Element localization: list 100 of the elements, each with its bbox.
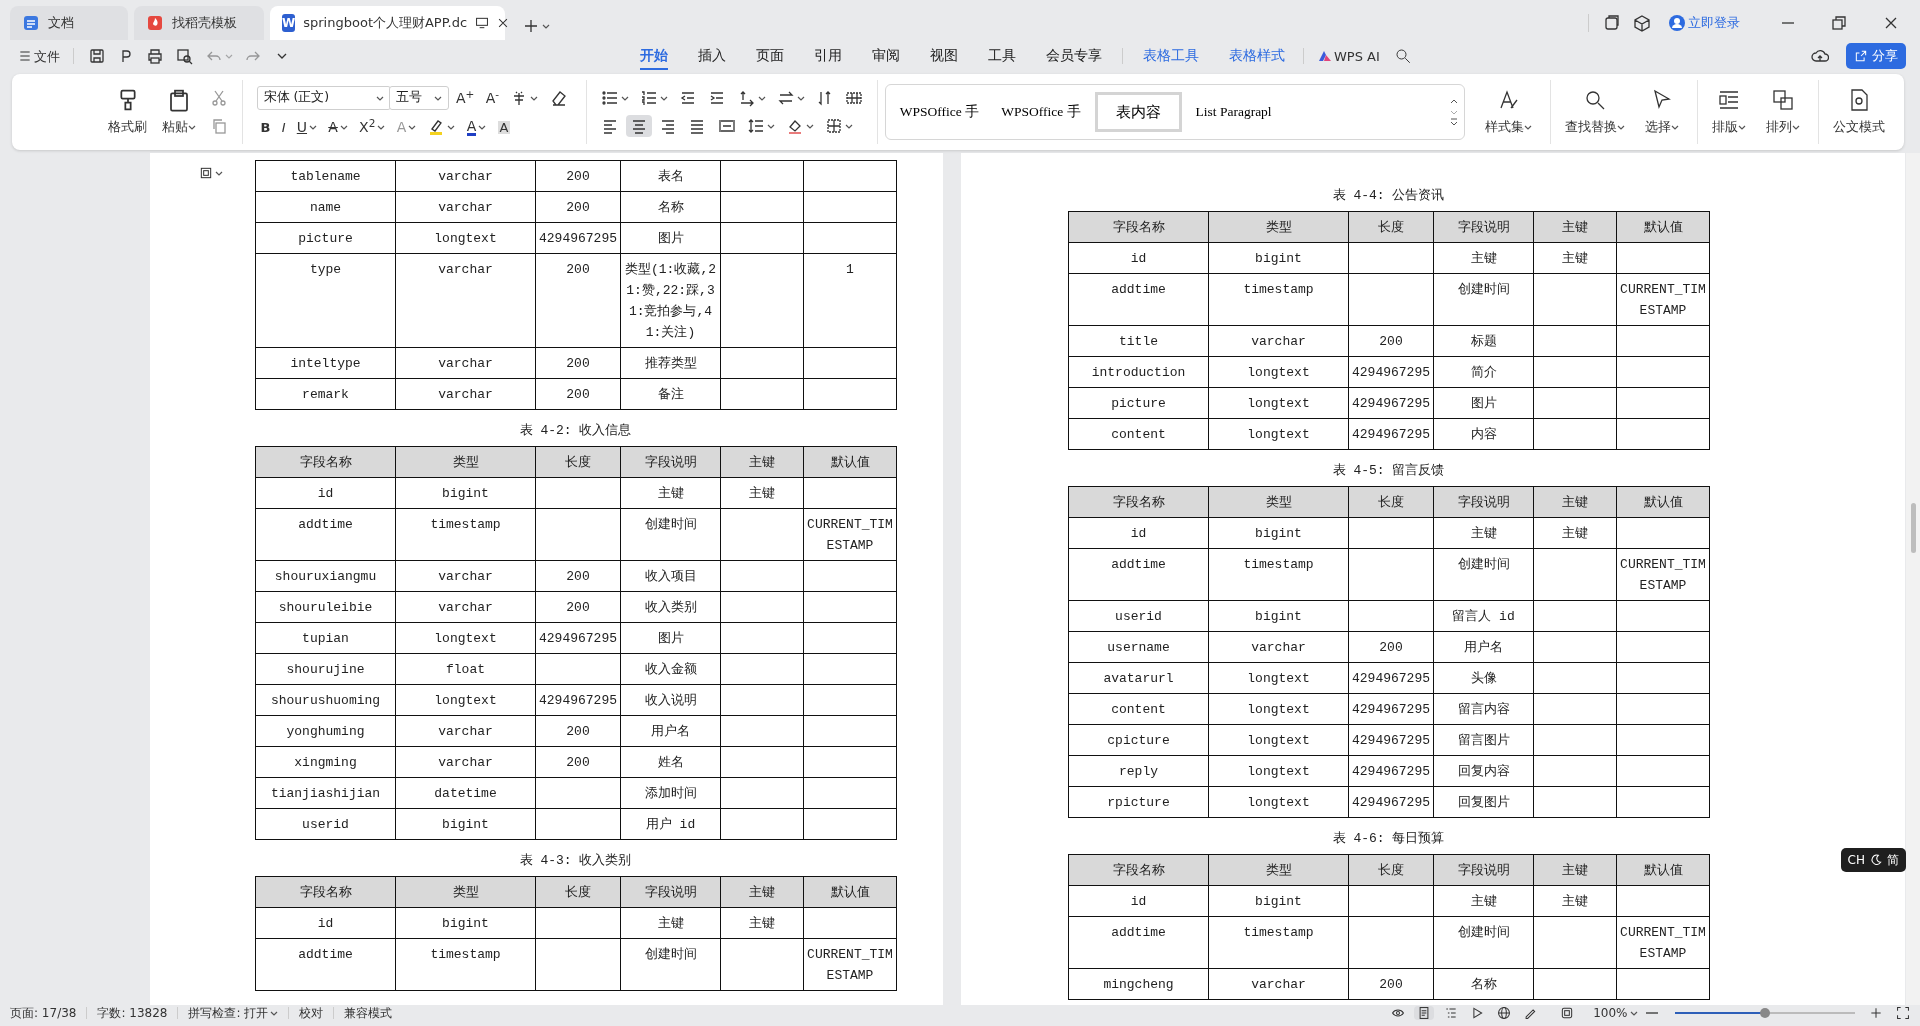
table-cell: 200 xyxy=(566,169,590,185)
ribbon-tab[interactable]: 开始 xyxy=(640,41,668,71)
proofread-link[interactable]: 校对 xyxy=(299,1004,324,1023)
font-color-button[interactable]: A xyxy=(462,116,491,138)
table-cell: bigint xyxy=(1255,894,1302,910)
table-cell: 200 xyxy=(566,356,590,372)
zoom-in-button[interactable] xyxy=(1869,1006,1883,1021)
ime-indicator[interactable]: CH 简 xyxy=(1840,848,1906,873)
table-cell: timestamp xyxy=(1243,925,1314,941)
table-cell: remark xyxy=(302,387,349,403)
table-cell: 回复图片 xyxy=(1457,795,1510,811)
table-cell: longtext xyxy=(1247,427,1310,443)
menu-icon xyxy=(18,49,32,63)
document-tab[interactable]: 文档 xyxy=(10,6,128,40)
style-set-button[interactable]: 样式集 xyxy=(1479,85,1539,139)
font-size-dropdown[interactable]: 五号 xyxy=(388,85,449,110)
word-count[interactable]: 字数: 13828 xyxy=(97,1004,168,1023)
wps-ai-button[interactable]: WPS AI xyxy=(1314,47,1384,65)
table-cell: 200 xyxy=(566,262,590,278)
fullscreen-button[interactable] xyxy=(1896,1006,1910,1021)
share-button[interactable]: 分享 xyxy=(1846,43,1906,69)
column-header: 主键 xyxy=(749,455,775,471)
scroll-up-icon[interactable] xyxy=(1449,98,1458,106)
arrange-icon xyxy=(1771,87,1796,112)
select-button[interactable]: 选择 xyxy=(1639,85,1686,139)
ribbon-tab[interactable]: 页面 xyxy=(756,41,784,71)
login-button[interactable]: 立即登录 xyxy=(1663,11,1744,34)
ribbon-tab[interactable]: 表格样式 xyxy=(1229,41,1285,71)
table-cell: 添加时间 xyxy=(644,786,697,802)
column-header: 字段名称 xyxy=(1112,863,1165,879)
table-cell: varchar xyxy=(1251,977,1306,993)
table-cell: longtext xyxy=(1247,733,1310,749)
table-cell: 类型(1:收藏,21:赞,22:踩,31:竞拍参与,41:关注) xyxy=(625,262,716,341)
expand-gallery-icon[interactable] xyxy=(1449,118,1458,126)
italic-button[interactable]: I xyxy=(277,118,290,136)
table-cell: shouruleibie xyxy=(278,600,373,616)
slider-thumb[interactable] xyxy=(1759,1008,1770,1019)
table-cell: 主键 xyxy=(749,916,775,932)
style-option[interactable]: List Paragrapl xyxy=(1187,95,1280,129)
font-family-dropdown[interactable]: 宋体 (正文) xyxy=(256,85,391,110)
format-painter-button[interactable]: 格式刷 xyxy=(102,85,153,139)
ribbon-tab[interactable]: 审阅 xyxy=(872,41,900,71)
scrollbar[interactable] xyxy=(1906,153,1920,1006)
layout-button[interactable]: 排版 xyxy=(1706,85,1753,139)
table-caption: 表 4-4: 公告资讯 xyxy=(1332,188,1445,204)
grow-font-button[interactable]: A$^{+}$ xyxy=(452,88,479,107)
table-cell: 表名 xyxy=(657,169,684,185)
fit-button[interactable] xyxy=(1559,1006,1574,1021)
table-cell: 主键 xyxy=(657,916,684,932)
align-center-button[interactable] xyxy=(625,115,652,138)
ribbon-tab[interactable]: 表格工具 xyxy=(1143,41,1199,71)
spell-check-toggle[interactable]: 拼写检查: 打开 xyxy=(188,1007,279,1020)
cube-icon xyxy=(1632,13,1651,32)
shrink-font-button[interactable]: A$^{-}$ xyxy=(481,88,503,107)
ribbon-tab[interactable]: 工具 xyxy=(988,41,1016,71)
style-option[interactable]: WPSOffice 手 xyxy=(993,95,1089,129)
table-cell: 200 xyxy=(566,755,590,771)
monitor-icon xyxy=(475,16,490,30)
underline-button[interactable]: U xyxy=(292,118,321,137)
table-cell: id xyxy=(1130,894,1147,910)
paste-button[interactable]: 粘贴 xyxy=(156,85,203,139)
column-header: 长度 xyxy=(565,455,591,471)
document-tab[interactable]: 找稻壳模板 xyxy=(134,6,264,40)
table-cell: 4294967295 xyxy=(1352,365,1430,381)
ribbon-tab[interactable]: 视图 xyxy=(930,41,958,71)
column-header: 类型 xyxy=(1265,863,1292,879)
ribbon-tab[interactable]: 引用 xyxy=(814,41,842,71)
fit-icon xyxy=(1559,1006,1574,1021)
table-cell: 1 xyxy=(846,262,854,278)
table-cell: bigint xyxy=(1255,251,1302,267)
scroll-thumb[interactable] xyxy=(1911,503,1916,554)
document-tab[interactable]: W springboot个人理财APP.dc xyxy=(270,6,505,40)
find-replace-button[interactable]: 查找替换 xyxy=(1559,85,1632,139)
file-menu[interactable]: 文件 xyxy=(14,47,64,65)
page-count[interactable]: 页面: 17/38 xyxy=(10,1004,77,1023)
column-header: 类型 xyxy=(1265,495,1292,511)
style-option[interactable]: WPSOffice 手 xyxy=(891,95,988,129)
ribbon-tab[interactable]: 插入 xyxy=(698,41,726,71)
ribbon-tab[interactable]: 会员专享 xyxy=(1046,41,1102,71)
table-cell: 4294967295 xyxy=(1352,671,1430,687)
page-view-button[interactable] xyxy=(1414,1006,1435,1021)
table-cell: 4294967295 xyxy=(1352,764,1430,780)
table-cell: 4294967295 xyxy=(1352,702,1430,718)
column-header: 主键 xyxy=(1562,863,1588,879)
table-cell: xingming xyxy=(294,755,357,771)
bold-button[interactable]: B xyxy=(256,118,275,136)
table-cell: bigint xyxy=(442,817,489,833)
arrange-button[interactable]: 排列 xyxy=(1760,85,1807,139)
table-cell: mingcheng xyxy=(1103,977,1174,993)
superscript-button[interactable]: X$^{2}$ xyxy=(355,118,390,137)
char-shading-button[interactable]: A xyxy=(493,118,515,136)
caret-icon xyxy=(478,123,487,132)
style-option[interactable]: 表内容 xyxy=(1094,91,1182,133)
zoom-out-button[interactable] xyxy=(1644,1012,1660,1015)
zoom-dropdown[interactable]: 100% xyxy=(1593,1007,1638,1020)
column-header: 主键 xyxy=(1562,495,1588,511)
table-caption: 表 4-2: 收入信息 xyxy=(519,423,632,439)
official-doc-mode-button[interactable]: 公文模式 xyxy=(1827,85,1892,139)
table-cell: 图片 xyxy=(657,231,684,247)
strikethrough-button[interactable]: A xyxy=(324,118,352,137)
